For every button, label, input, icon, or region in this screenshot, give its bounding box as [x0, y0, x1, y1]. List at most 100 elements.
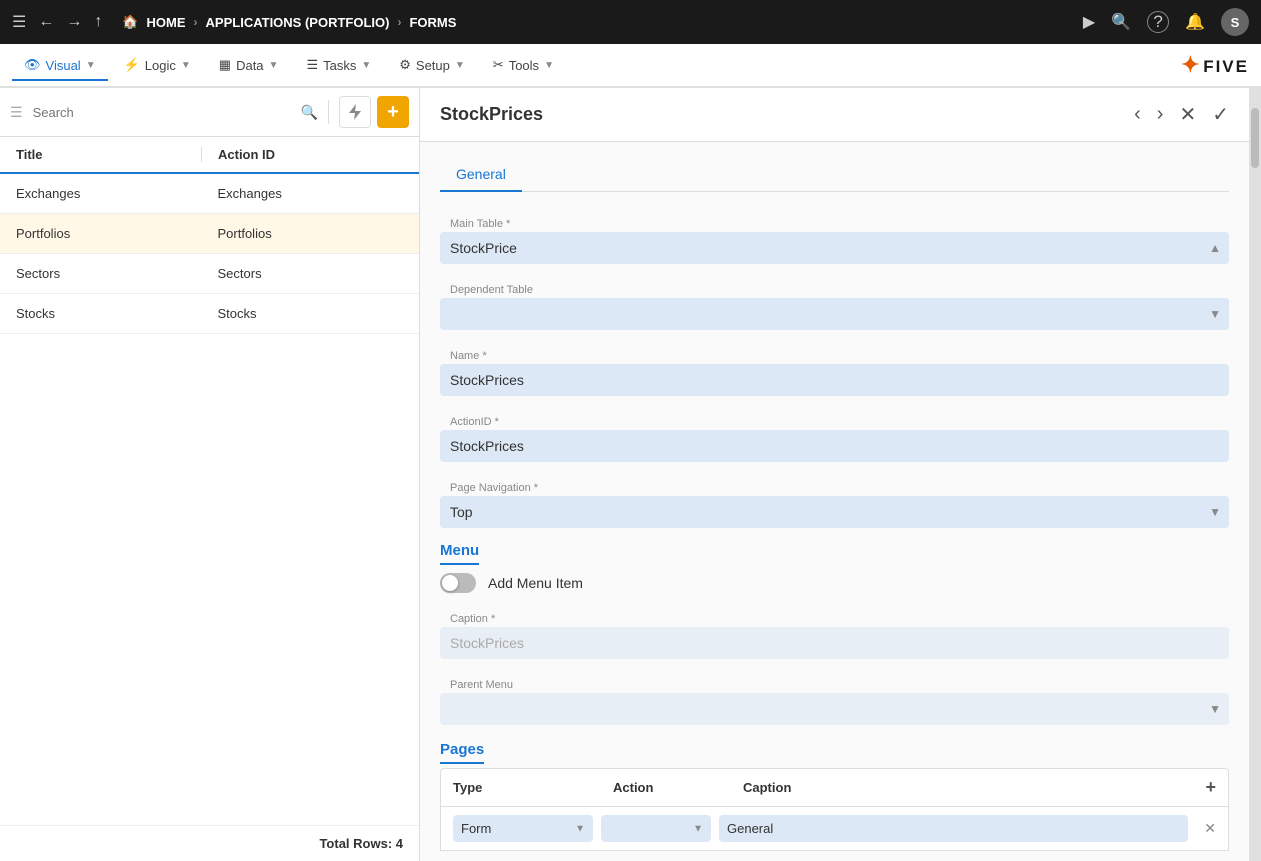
actionid-input[interactable] — [440, 430, 1229, 462]
right-panel: StockPrices ‹ › ✕ ✓ General Main Table * — [420, 88, 1249, 861]
logic-label: Logic — [145, 58, 176, 73]
menu-item-tools[interactable]: ✂ Tools ▼ — [481, 51, 566, 81]
dependent-table-arrow: ▼ — [1209, 307, 1221, 321]
tasks-arrow: ▼ — [361, 60, 371, 71]
total-rows: Total Rows: 4 — [0, 825, 419, 861]
pages-col-caption: Caption — [743, 780, 1205, 795]
close-button[interactable]: ✕ — [1179, 102, 1196, 127]
play-icon[interactable]: ▶ — [1083, 12, 1095, 32]
pages-add-button[interactable]: + — [1205, 777, 1216, 798]
table-row[interactable]: Exchanges Exchanges — [0, 174, 419, 214]
general-section: General Main Table * ▲ Dependent Table ▼ — [440, 158, 1229, 528]
pages-row-close[interactable]: ✕ — [1204, 820, 1216, 837]
visual-arrow: ▼ — [86, 60, 96, 71]
page-navigation-field: Page Navigation * ▼ — [440, 476, 1229, 528]
search-button[interactable]: 🔍 — [301, 104, 318, 121]
back-icon[interactable]: ← — [38, 13, 54, 31]
main-table-field: Main Table * ▲ — [440, 212, 1229, 264]
tools-icon: ✂ — [493, 57, 504, 73]
menu-section: Menu Add Menu Item Caption * Parent Menu — [440, 542, 1229, 725]
main-table-input[interactable] — [440, 232, 1229, 264]
caption-field: Caption * — [440, 607, 1229, 659]
search-input[interactable] — [29, 101, 295, 124]
save-button[interactable]: ✓ — [1212, 102, 1229, 127]
up-icon[interactable]: ↑ — [94, 13, 102, 31]
tasks-icon: ☰ — [306, 57, 318, 73]
caption-input[interactable] — [440, 627, 1229, 659]
row-title: Stocks — [16, 306, 202, 321]
menu-item-tasks[interactable]: ☰ Tasks ▼ — [294, 51, 383, 81]
name-field: Name * — [440, 344, 1229, 396]
name-input[interactable] — [440, 364, 1229, 396]
page-navigation-input[interactable] — [440, 496, 1229, 528]
top-bar-right: ▶ 🔍 ? 🔔 S — [1083, 8, 1249, 36]
top-bar: ☰ ← → ↑ 🏠 HOME › APPLICATIONS (PORTFOLIO… — [0, 0, 1261, 44]
pages-caption-input[interactable] — [719, 815, 1188, 842]
page-navigation-wrapper: ▼ — [440, 496, 1229, 528]
menu-item-visual[interactable]: 👁 Visual ▼ — [12, 51, 108, 81]
menu-item-setup[interactable]: ⚙ Setup ▼ — [387, 51, 477, 81]
help-icon[interactable]: ? — [1147, 11, 1169, 33]
pages-type-wrapper: Form ▼ — [453, 815, 593, 842]
table-header: Title Action ID — [0, 137, 419, 174]
menu-bar: 👁 Visual ▼ ⚡ Logic ▼ ▦ Data ▼ ☰ Tasks ▼ … — [0, 44, 1261, 88]
breadcrumb-arrow-1: › — [194, 15, 198, 29]
table-row[interactable]: Portfolios Portfolios — [0, 214, 419, 254]
header-actions: ‹ › ✕ ✓ — [1134, 102, 1229, 127]
lightning-button[interactable] — [339, 96, 371, 128]
column-title: Title — [16, 147, 201, 162]
data-label: Data — [236, 58, 263, 73]
hamburger-icon[interactable]: ☰ — [12, 12, 26, 32]
dependent-table-input[interactable] — [440, 298, 1229, 330]
forward-icon[interactable]: → — [66, 13, 82, 31]
app-label[interactable]: APPLICATIONS (PORTFOLIO) — [206, 15, 390, 30]
tools-arrow: ▼ — [544, 60, 554, 71]
pages-table-header: Type Action Caption + — [440, 768, 1229, 807]
bell-icon[interactable]: 🔔 — [1185, 12, 1205, 32]
visual-icon: 👁 — [24, 57, 41, 73]
page-navigation-label: Page Navigation * — [440, 476, 1229, 496]
pages-col-type: Type — [453, 780, 613, 795]
row-action: Exchanges — [202, 186, 404, 201]
menu-item-data[interactable]: ▦ Data ▼ — [207, 51, 291, 81]
breadcrumb: 🏠 HOME › APPLICATIONS (PORTFOLIO) › FORM… — [122, 14, 456, 30]
menu-section-title: Menu — [440, 542, 1229, 559]
left-panel: ☰ 🔍 + Title Action ID Exchanges Exchange… — [0, 88, 420, 861]
actionid-label: ActionID * — [440, 410, 1229, 430]
row-action: Stocks — [202, 306, 404, 321]
main-table-arrow: ▲ — [1209, 241, 1221, 255]
page-navigation-arrow: ▼ — [1209, 505, 1221, 519]
menu-item-logic[interactable]: ⚡ Logic ▼ — [112, 51, 203, 81]
setup-icon: ⚙ — [399, 57, 411, 73]
table-row[interactable]: Sectors Sectors — [0, 254, 419, 294]
form-title: StockPrices — [440, 104, 1134, 125]
parent-menu-input[interactable] — [440, 693, 1229, 725]
search-bar: ☰ 🔍 + — [0, 88, 419, 137]
next-button[interactable]: › — [1157, 103, 1164, 126]
setup-arrow: ▼ — [455, 60, 465, 71]
forms-label[interactable]: FORMS — [409, 15, 456, 30]
row-title: Portfolios — [16, 226, 202, 241]
home-label[interactable]: HOME — [147, 15, 186, 30]
pages-action-select[interactable] — [601, 815, 711, 842]
prev-button[interactable]: ‹ — [1134, 103, 1141, 126]
right-content: General Main Table * ▲ Dependent Table ▼ — [420, 142, 1249, 861]
tools-label: Tools — [509, 58, 539, 73]
data-arrow: ▼ — [269, 60, 279, 71]
add-menu-toggle[interactable] — [440, 573, 476, 593]
pages-type-select[interactable]: Form — [453, 815, 593, 842]
avatar[interactable]: S — [1221, 8, 1249, 36]
table-row[interactable]: Stocks Stocks — [0, 294, 419, 334]
tab-general[interactable]: General — [440, 158, 522, 192]
search-icon[interactable]: 🔍 — [1111, 12, 1131, 32]
home-icon: 🏠 — [122, 14, 138, 30]
pages-label: Pages — [440, 741, 484, 764]
parent-menu-label: Parent Menu — [440, 673, 1229, 693]
column-action-id: Action ID — [201, 147, 403, 162]
pages-action-wrapper: ▼ — [601, 815, 711, 842]
add-button[interactable]: + — [377, 96, 409, 128]
pages-col-action: Action — [613, 780, 743, 795]
name-label: Name * — [440, 344, 1229, 364]
scrollbar[interactable] — [1249, 88, 1261, 861]
caption-label: Caption * — [440, 607, 1229, 627]
